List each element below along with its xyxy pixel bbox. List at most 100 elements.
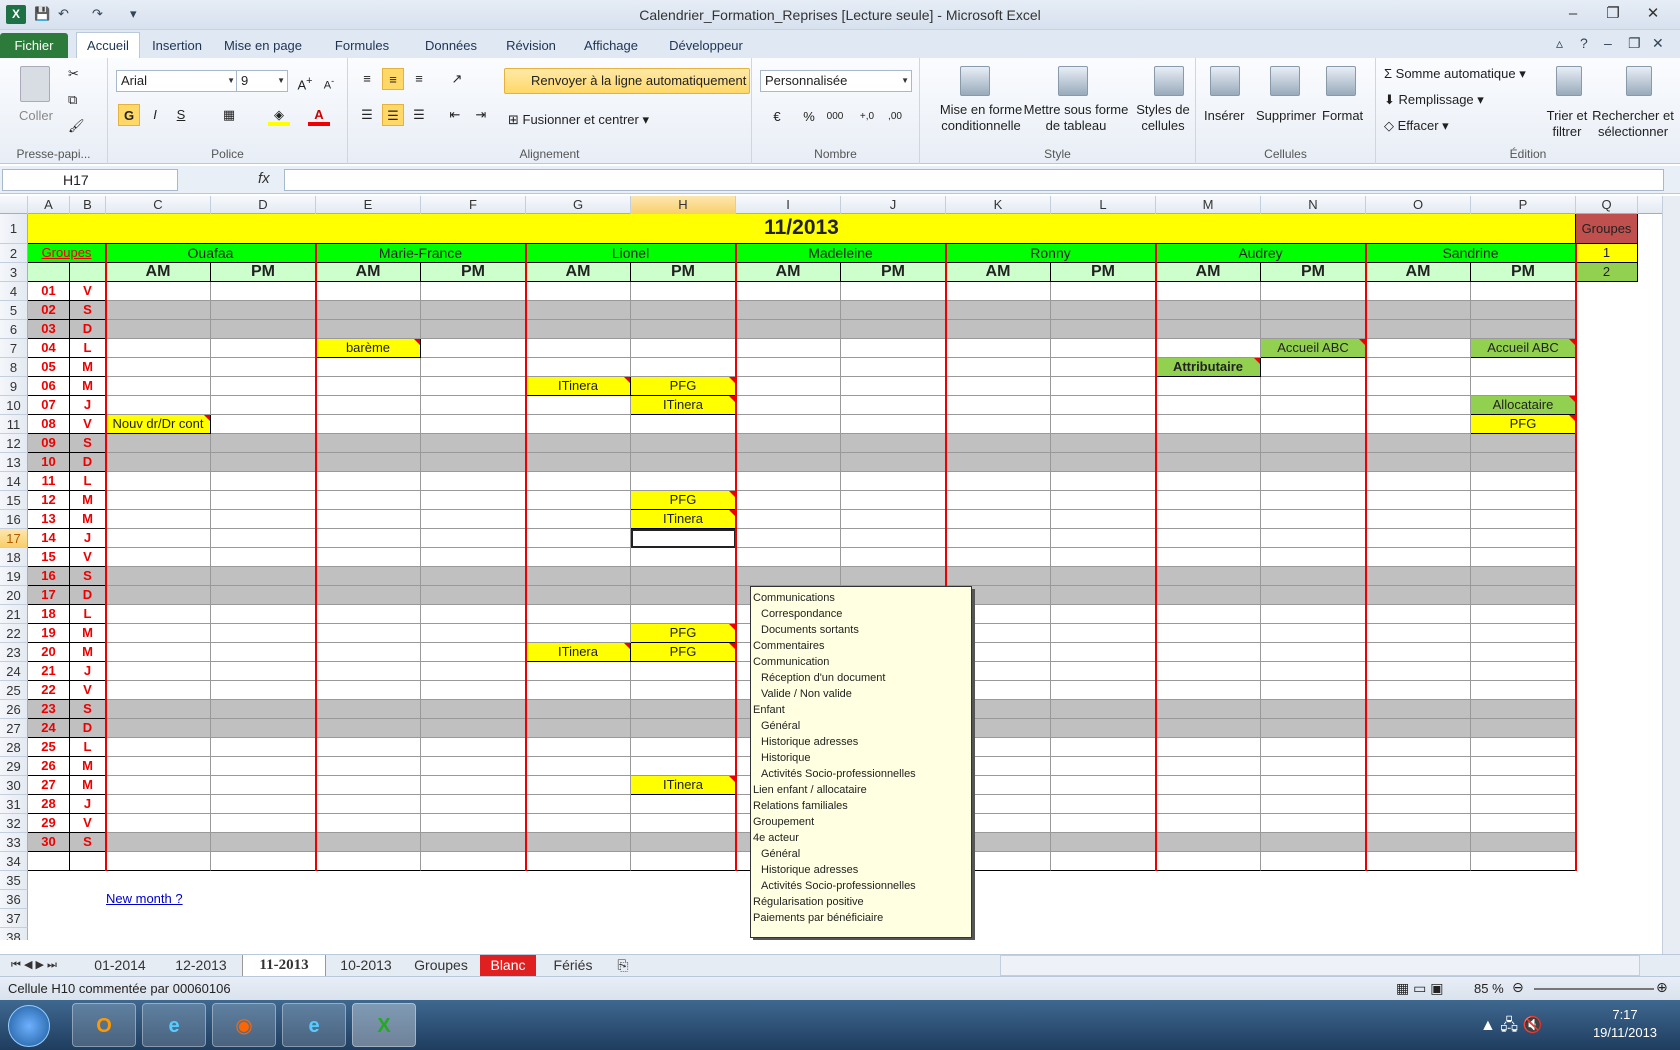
schedule-cell[interactable] xyxy=(841,358,946,377)
day-letter[interactable]: M xyxy=(70,377,106,396)
schedule-cell[interactable] xyxy=(316,700,421,719)
schedule-cell[interactable] xyxy=(421,339,526,358)
column-header-L[interactable]: L xyxy=(1051,196,1156,214)
schedule-cell[interactable] xyxy=(526,757,631,776)
schedule-cell[interactable] xyxy=(421,833,526,852)
schedule-cell[interactable] xyxy=(316,624,421,643)
day-letter[interactable]: S xyxy=(70,833,106,852)
row-header-16[interactable]: 16 xyxy=(0,510,28,529)
schedule-cell[interactable] xyxy=(946,339,1051,358)
schedule-cell[interactable] xyxy=(736,377,841,396)
schedule-cell[interactable] xyxy=(946,472,1051,491)
row-header-4[interactable]: 4 xyxy=(0,282,28,301)
zoom-out-icon[interactable]: ⊖ xyxy=(1512,979,1524,996)
day-letter[interactable]: D xyxy=(70,586,106,605)
day-number[interactable]: 29 xyxy=(28,814,70,833)
schedule-cell[interactable] xyxy=(631,814,736,833)
find-select-button[interactable]: Rechercher et sélectionner xyxy=(1588,108,1678,140)
day-number[interactable]: 19 xyxy=(28,624,70,643)
insert-cells-icon[interactable] xyxy=(1210,66,1240,96)
column-header-P[interactable]: P xyxy=(1471,196,1576,214)
schedule-cell[interactable] xyxy=(421,434,526,453)
pm-header-5[interactable]: PM xyxy=(1261,263,1366,282)
wrap-text-button[interactable]: Renvoyer à la ligne automatiquement xyxy=(504,68,750,94)
schedule-cell[interactable] xyxy=(1156,339,1261,358)
schedule-cell[interactable] xyxy=(1366,624,1471,643)
schedule-cell[interactable] xyxy=(736,491,841,510)
schedule-cell[interactable] xyxy=(211,434,316,453)
schedule-cell[interactable] xyxy=(106,605,211,624)
day-number[interactable]: 08 xyxy=(28,415,70,434)
schedule-cell[interactable] xyxy=(1366,510,1471,529)
schedule-cell[interactable] xyxy=(946,320,1051,339)
day-number[interactable]: 25 xyxy=(28,738,70,757)
row-header-17[interactable]: 17 xyxy=(0,529,28,548)
row-header-12[interactable]: 12 xyxy=(0,434,28,453)
schedule-cell[interactable] xyxy=(1261,548,1366,567)
schedule-cell[interactable] xyxy=(631,719,736,738)
pm-header-0[interactable]: PM xyxy=(211,263,316,282)
number-format-combo[interactable]: Personnalisée ▼ xyxy=(760,70,912,92)
fill-button[interactable]: ⬇ Remplissage ▾ xyxy=(1384,92,1484,108)
day-letter[interactable]: V xyxy=(70,548,106,567)
schedule-cell[interactable] xyxy=(106,377,211,396)
align-middle-icon[interactable]: ≡ xyxy=(382,68,404,90)
schedule-cell[interactable] xyxy=(736,510,841,529)
schedule-cell[interactable] xyxy=(1051,510,1156,529)
schedule-cell[interactable] xyxy=(1366,643,1471,662)
pm-header-6[interactable]: PM xyxy=(1471,263,1576,282)
cut-icon[interactable]: ✂ xyxy=(68,66,79,82)
schedule-cell[interactable] xyxy=(841,548,946,567)
ribbon-tab-8[interactable]: Développeur xyxy=(654,35,758,58)
schedule-cell[interactable] xyxy=(736,320,841,339)
sheet-tab-1[interactable]: 12-2013 xyxy=(164,955,238,976)
schedule-cell[interactable] xyxy=(526,320,631,339)
schedule-cell[interactable] xyxy=(1471,358,1576,377)
schedule-cell[interactable] xyxy=(526,719,631,738)
day-letter[interactable]: M xyxy=(70,358,106,377)
row-header-22[interactable]: 22 xyxy=(0,624,28,643)
am-header-3[interactable]: AM xyxy=(736,263,841,282)
schedule-cell[interactable] xyxy=(211,415,316,434)
italic-button[interactable]: I xyxy=(144,104,166,126)
schedule-cell[interactable] xyxy=(1261,757,1366,776)
schedule-cell[interactable] xyxy=(211,814,316,833)
schedule-cell[interactable] xyxy=(1156,776,1261,795)
schedule-cell[interactable] xyxy=(421,301,526,320)
schedule-cell[interactable] xyxy=(1366,529,1471,548)
row-header-5[interactable]: 5 xyxy=(0,301,28,320)
schedule-cell[interactable] xyxy=(316,434,421,453)
schedule-cell[interactable] xyxy=(211,491,316,510)
schedule-cell[interactable] xyxy=(106,814,211,833)
schedule-cell[interactable] xyxy=(1156,795,1261,814)
schedule-cell[interactable] xyxy=(106,434,211,453)
row-header-23[interactable]: 23 xyxy=(0,643,28,662)
row-header-29[interactable]: 29 xyxy=(0,757,28,776)
align-right-icon[interactable]: ☰ xyxy=(408,104,430,126)
sheet-tab-0[interactable]: 01-2014 xyxy=(80,955,160,976)
schedule-cell[interactable] xyxy=(1051,434,1156,453)
schedule-cell[interactable] xyxy=(1156,662,1261,681)
schedule-cell[interactable] xyxy=(946,491,1051,510)
column-header-K[interactable]: K xyxy=(946,196,1051,214)
schedule-cell[interactable] xyxy=(1261,415,1366,434)
schedule-cell[interactable] xyxy=(736,472,841,491)
shrink-font-icon[interactable]: A- xyxy=(318,70,340,92)
schedule-cell[interactable] xyxy=(1366,396,1471,415)
schedule-cell[interactable] xyxy=(1051,567,1156,586)
schedule-cell[interactable] xyxy=(1366,681,1471,700)
schedule-cell[interactable] xyxy=(106,795,211,814)
insert-sheet-icon[interactable]: ⎘ xyxy=(608,955,638,976)
day-number[interactable]: 02 xyxy=(28,301,70,320)
schedule-cell[interactable] xyxy=(106,548,211,567)
schedule-cell[interactable] xyxy=(841,567,946,586)
schedule-cell[interactable] xyxy=(631,282,736,301)
day-number[interactable]: 01 xyxy=(28,282,70,301)
schedule-cell[interactable] xyxy=(736,301,841,320)
workbook-minimize-icon[interactable]: – xyxy=(1604,35,1612,51)
schedule-cell[interactable] xyxy=(526,681,631,700)
schedule-cell[interactable] xyxy=(211,339,316,358)
day-letter[interactable]: S xyxy=(70,567,106,586)
schedule-cell[interactable] xyxy=(1366,738,1471,757)
schedule-cell[interactable] xyxy=(946,301,1051,320)
